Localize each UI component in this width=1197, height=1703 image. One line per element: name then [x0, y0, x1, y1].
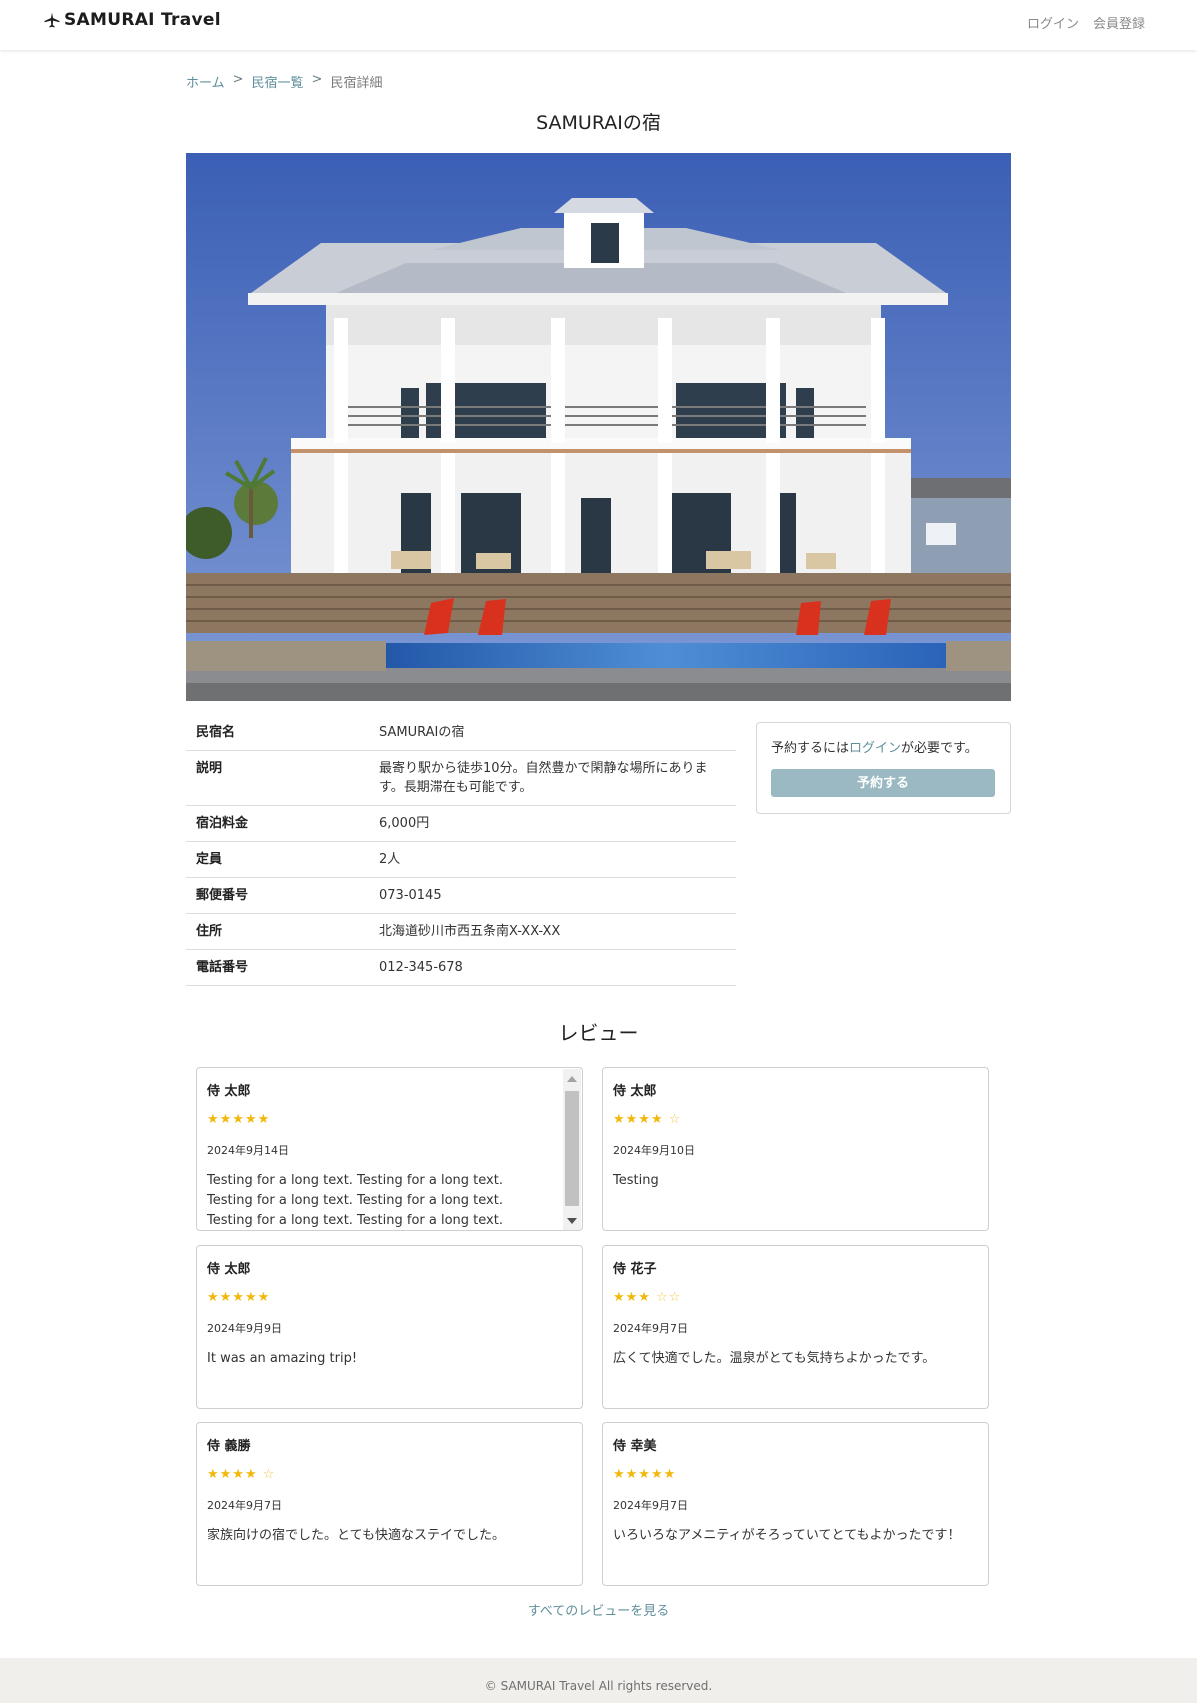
site-logo[interactable]: SAMURAI Travel — [44, 10, 221, 30]
review-text: いろいろなアメニティがそろっていてとてもよかったです！ — [613, 1528, 961, 1543]
info-row: 郵便番号 073-0145 — [186, 877, 736, 914]
star-icons: ★★★★★ — [207, 1290, 271, 1305]
login-link[interactable]: ログイン — [1027, 13, 1079, 32]
inn-photo — [186, 153, 1011, 701]
review-date: 2024年9月9日 — [207, 1322, 282, 1335]
reserve-button[interactable]: 予約する — [771, 769, 995, 797]
review-stars: ★★★★★ — [207, 1290, 572, 1308]
reviewer-name: 侍 花子 — [613, 1262, 657, 1277]
info-row: 民宿名 SAMURAIの宿 — [186, 715, 736, 751]
empty-star-icons: ☆ — [262, 1467, 276, 1482]
breadcrumb-separator: > — [232, 72, 244, 87]
register-link[interactable]: 会員登録 — [1093, 13, 1145, 32]
review-stars: ★★★★★ — [207, 1112, 572, 1130]
info-label: 郵便番号 — [186, 877, 369, 914]
review-card: 侍 花子 ★★★ ☆☆ 2024年9月7日 広くて快適でした。温泉がとても気持ち… — [602, 1245, 989, 1409]
star-icons: ★★★ — [613, 1290, 651, 1305]
info-label: 宿泊料金 — [186, 805, 369, 842]
scroll-down-icon[interactable] — [567, 1218, 577, 1224]
review-date: 2024年9月14日 — [207, 1144, 289, 1157]
reviewer-name: 侍 義勝 — [207, 1439, 251, 1454]
empty-star-icons: ☆ — [668, 1112, 682, 1127]
site-header: SAMURAI Travel ログイン 会員登録 — [0, 0, 1197, 50]
info-value: 012-345-678 — [369, 949, 736, 986]
info-value: 北海道砂川市西五条南X-XX-XX — [369, 913, 736, 950]
booking-login-link[interactable]: ログイン — [849, 741, 901, 756]
breadcrumb: ホーム > 民宿一覧 > 民宿詳細 — [186, 72, 382, 91]
info-value: 6,000円 — [369, 805, 736, 842]
reviewer-name: 侍 太郎 — [613, 1084, 657, 1099]
inn-info-table: 民宿名 SAMURAIの宿 説明 最寄り駅から徒歩10分。自然豊かで閑静な場所に… — [186, 715, 736, 986]
scrollbar-thumb[interactable] — [565, 1091, 579, 1206]
review-date: 2024年9月7日 — [613, 1322, 688, 1335]
review-scrollbar[interactable] — [563, 1069, 581, 1230]
info-value: 073-0145 — [369, 877, 736, 914]
info-value: 最寄り駅から徒歩10分。自然豊かで閑静な場所にあります。長期滞在も可能です。 — [369, 750, 736, 806]
review-card: 侍 太郎 ★★★★★ 2024年9月9日 It was an amazing t… — [196, 1245, 583, 1409]
review-text: 家族向けの宿でした。とても快適なステイでした。 — [207, 1528, 505, 1543]
review-date: 2024年9月10日 — [613, 1144, 695, 1157]
airplane-icon — [44, 12, 60, 28]
review-text: Testing for a long text. Testing for a l… — [207, 1173, 503, 1228]
info-row: 説明 最寄り駅から徒歩10分。自然豊かで閑静な場所にあります。長期滞在も可能です… — [186, 750, 736, 806]
header-nav: ログイン 会員登録 — [1027, 13, 1145, 32]
info-row: 電話番号 012-345-678 — [186, 949, 736, 986]
star-icons: ★★★★ — [613, 1112, 664, 1127]
review-card: 侍 義勝 ★★★★ ☆ 2024年9月7日 家族向けの宿でした。とても快適なステ… — [196, 1422, 583, 1586]
booking-text: が必要です。 — [901, 741, 978, 756]
scroll-up-icon[interactable] — [567, 1076, 577, 1082]
review-text: It was an amazing trip! — [207, 1351, 358, 1366]
site-footer: © SAMURAI Travel All rights reserved. — [0, 1658, 1197, 1703]
review-text: Testing — [613, 1173, 659, 1188]
review-card: 侍 幸美 ★★★★★ 2024年9月7日 いろいろなアメニティがそろっていてとて… — [602, 1422, 989, 1586]
review-card: 侍 太郎 ★★★★ ☆ 2024年9月10日 Testing — [602, 1067, 989, 1231]
info-row: 宿泊料金 6,000円 — [186, 805, 736, 842]
all-reviews-link[interactable]: すべてのレビューを見る — [186, 1600, 1011, 1619]
booking-text: 予約するには — [771, 741, 850, 756]
info-row: 住所 北海道砂川市西五条南X-XX-XX — [186, 913, 736, 950]
info-label: 説明 — [186, 750, 369, 806]
empty-star-icons: ☆☆ — [656, 1290, 682, 1305]
reviewer-name: 侍 幸美 — [613, 1439, 657, 1454]
review-date: 2024年9月7日 — [613, 1499, 688, 1512]
star-icons: ★★★★ — [207, 1467, 258, 1482]
page-title: SAMURAIの宿 — [536, 112, 661, 134]
reviewer-name: 侍 太郎 — [207, 1262, 251, 1277]
breadcrumb-separator: > — [311, 72, 323, 87]
reviewer-name: 侍 太郎 — [207, 1084, 251, 1099]
info-label: 住所 — [186, 913, 369, 950]
reviews-heading: レビュー — [558, 1021, 639, 1045]
breadcrumb-list[interactable]: 民宿一覧 — [252, 72, 304, 91]
star-icons: ★★★★★ — [207, 1112, 271, 1127]
info-label: 民宿名 — [186, 715, 369, 751]
info-row: 定員 2人 — [186, 841, 736, 878]
review-stars: ★★★ ☆☆ — [613, 1290, 978, 1308]
review-stars: ★★★★ ☆ — [613, 1112, 978, 1130]
logo-text: SAMURAI Travel — [64, 10, 221, 30]
info-label: 電話番号 — [186, 949, 369, 986]
review-stars: ★★★★ ☆ — [207, 1467, 572, 1485]
breadcrumb-current: 民宿詳細 — [330, 76, 383, 91]
review-text: 広くて快適でした。温泉がとても気持ちよかったです。 — [613, 1351, 936, 1366]
info-value: 2人 — [369, 841, 736, 878]
info-label: 定員 — [186, 841, 369, 878]
review-card[interactable]: 侍 太郎 ★★★★★ 2024年9月14日 Testing for a long… — [196, 1067, 583, 1231]
review-stars: ★★★★★ — [613, 1467, 978, 1485]
star-icons: ★★★★★ — [613, 1467, 677, 1482]
booking-message: 予約するにはログインが必要です。 — [771, 737, 996, 756]
breadcrumb-home[interactable]: ホーム — [186, 72, 225, 91]
info-value: SAMURAIの宿 — [369, 715, 736, 751]
review-date: 2024年9月7日 — [207, 1499, 282, 1512]
booking-box: 予約するにはログインが必要です。 予約する — [756, 722, 1011, 814]
